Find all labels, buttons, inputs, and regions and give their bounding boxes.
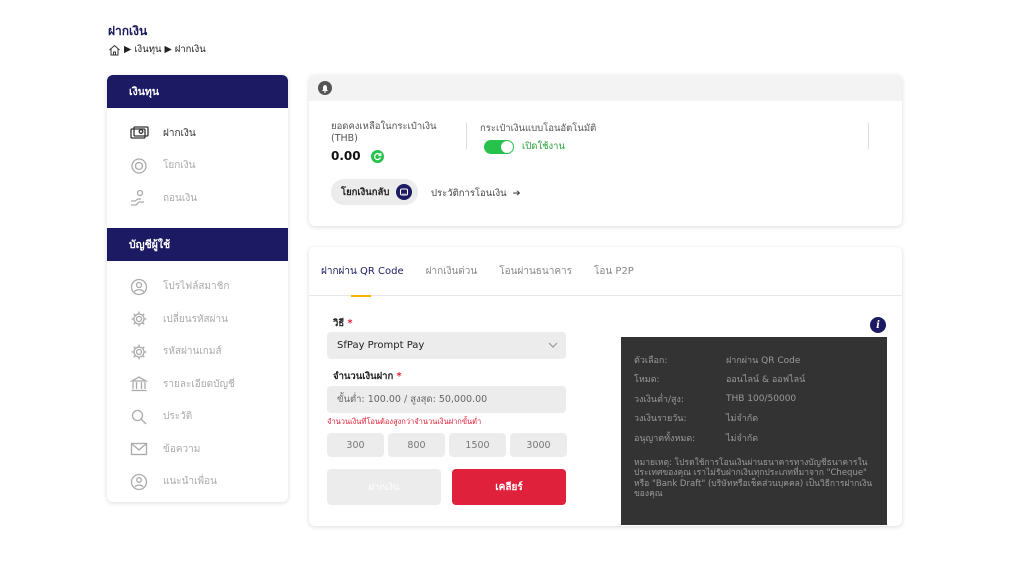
toggle-status: เปิดใช้งาน	[522, 141, 566, 152]
sidebar-item-messages[interactable]: ข้อความ	[107, 433, 288, 466]
sidebar-item-profile[interactable]: โปรไฟล์สมาชิก	[107, 271, 288, 304]
page-title: ฝากเงิน	[108, 24, 148, 38]
sidebar-item-transfer[interactable]: โยกเงิน	[107, 150, 288, 183]
sidebar-section-account-title: บัญชีผู้ใช้	[107, 227, 288, 261]
bank-icon	[129, 374, 149, 394]
clear-button[interactable]: เคลียร์	[452, 469, 566, 505]
sidebar-item-history[interactable]: ประวัติ	[107, 401, 288, 434]
auto-transfer-toggle-group: เปิดใช้งาน	[484, 139, 565, 154]
wallet-card: ยอดคงเหลือในกระเป๋าเงิน (THB) 0.00 กระเป…	[309, 75, 902, 226]
sidebar-item-withdraw[interactable]: ถอนเงิน	[107, 182, 288, 215]
quick-amount-button[interactable]: 1500	[449, 433, 506, 457]
divider	[466, 123, 467, 149]
quick-amount-button[interactable]: 3000	[510, 433, 567, 457]
info-panel: ตัวเลือก: ฝากผ่าน QR Code โหมด: ออนไลน์ & …	[621, 337, 887, 525]
sidebar-item-refer-friend[interactable]: แนะนำเพื่อน	[107, 466, 288, 499]
tab-p2p[interactable]: โอน P2P	[594, 247, 634, 296]
transfer-icon	[129, 156, 149, 176]
user-icon	[129, 277, 149, 297]
wallet-icon	[396, 184, 413, 200]
info-row: อนุญาตทั้งหมด: ไม่จำกัด	[634, 433, 759, 444]
chevron-down-icon	[548, 342, 558, 348]
gear-icon	[129, 342, 149, 362]
deposit-card: ฝากผ่าน QR Code ฝากเงินด่วน โอนผ่านธนาคา…	[309, 247, 902, 526]
breadcrumb-item-funds[interactable]: เงินทุน	[134, 42, 161, 57]
info-row: ตัวเลือก: ฝากผ่าน QR Code	[634, 355, 801, 366]
info-row: โหมด: ออนไลน์ & ออฟไลน์	[634, 375, 806, 386]
quick-amounts: 300 800 1500 3000	[327, 433, 567, 457]
arrow-right-icon: ➔	[512, 188, 521, 199]
quick-amount-button[interactable]: 800	[388, 433, 445, 457]
refresh-icon[interactable]	[370, 149, 384, 163]
gear-icon	[129, 309, 149, 329]
tab-quick-deposit[interactable]: ฝากเงินด่วน	[426, 247, 478, 296]
info-row: วงเงินรายวัน: ไม่จำกัด	[634, 414, 759, 425]
transfer-history-link[interactable]: ประวัติการโอนเงิน ➔	[431, 186, 521, 201]
bell-icon[interactable]	[318, 81, 332, 95]
info-row: วงเงินต่ำ/สูง: THB 100/50000	[634, 393, 797, 405]
tab-qr-code[interactable]: ฝากผ่าน QR Code	[321, 247, 404, 297]
auto-transfer-toggle[interactable]	[484, 139, 514, 154]
refer-icon	[129, 472, 149, 492]
breadcrumb-item-deposit: ฝากเงิน	[174, 44, 206, 55]
breadcrumb: ▶ เงินทุน ▶ ฝากเงิน	[108, 42, 206, 57]
sidebar: เงินทุน ฝากเงิน โยกเงิน ถอนเงิน บัญชีผู้…	[107, 75, 288, 502]
transfer-back-button[interactable]: โยกเงินกลับ	[331, 179, 419, 205]
breadcrumb-separator-icon: ▶	[164, 44, 172, 55]
breadcrumb-separator-icon: ▶	[124, 44, 132, 55]
auto-transfer-label: กระเป๋าเงินแบบโอนอัตโนมัติ	[480, 123, 597, 134]
wallet-balance: 0.00	[331, 149, 384, 163]
sidebar-item-game-password[interactable]: รหัสผ่านเกมส์	[107, 336, 288, 369]
info-note: หมายเหตุ: โปรดใช้การโอนเงินผ่านธนาคารทาง…	[634, 457, 873, 500]
search-icon	[129, 407, 149, 427]
sidebar-item-change-password[interactable]: เปลี่ยนรหัสผ่าน	[107, 303, 288, 336]
withdraw-icon	[129, 188, 149, 208]
amount-input[interactable]: ขั้นต่ำ: 100.00 / สูงสุด: 50,000.00	[327, 386, 566, 413]
method-select[interactable]: SfPay Prompt Pay	[327, 332, 566, 359]
sidebar-item-account-details[interactable]: รายละเอียดบัญชี	[107, 368, 288, 401]
home-icon[interactable]	[108, 44, 121, 56]
wallet-balance-value: 0.00	[331, 149, 361, 163]
divider	[868, 123, 869, 149]
wallet-balance-label: ยอดคงเหลือในกระเป๋าเงิน (THB)	[331, 121, 437, 144]
method-label: วิธี *	[333, 318, 353, 329]
amount-label: จำนวนเงินฝาก *	[333, 371, 402, 382]
deposit-button[interactable]: ฝากเงิน	[327, 469, 441, 505]
deposit-tabs: ฝากผ่าน QR Code ฝากเงินด่วน โอนผ่านธนาคา…	[309, 247, 902, 297]
mail-icon	[129, 439, 149, 459]
wallet-card-header	[309, 75, 902, 101]
deposit-icon	[129, 123, 149, 143]
info-icon[interactable]: i	[870, 317, 886, 333]
quick-amount-button[interactable]: 300	[327, 433, 384, 457]
amount-warning: จำนวนเงินที่โอนต้องสูงกว่าจำนวนเงินฝากขั…	[327, 417, 482, 426]
sidebar-section-funds-title: เงินทุน	[107, 75, 288, 108]
sidebar-item-deposit[interactable]: ฝากเงิน	[107, 117, 288, 150]
tab-bank-transfer[interactable]: โอนผ่านธนาคาร	[499, 247, 572, 296]
